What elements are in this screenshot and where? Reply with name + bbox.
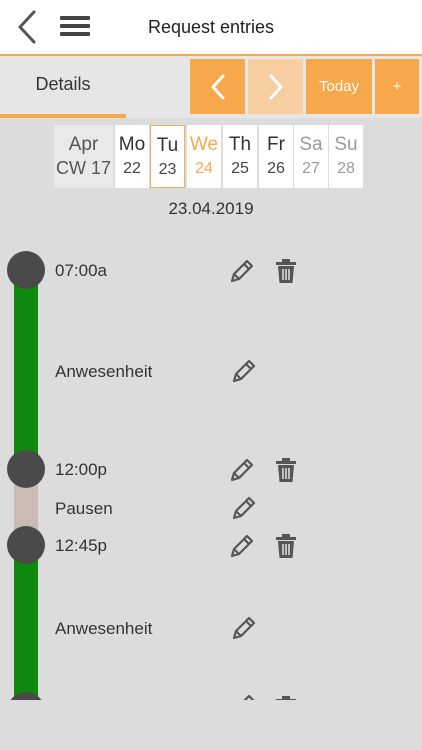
pencil-icon[interactable] bbox=[230, 614, 258, 642]
day-name: Th bbox=[228, 134, 252, 155]
day-number: 26 bbox=[267, 160, 285, 177]
day-cell-su[interactable]: Su 28 bbox=[329, 125, 363, 188]
day-number: 25 bbox=[231, 160, 249, 177]
pencil-icon[interactable] bbox=[230, 494, 258, 522]
time-marker bbox=[7, 450, 45, 488]
pencil-icon[interactable] bbox=[228, 456, 256, 484]
trash-icon[interactable] bbox=[272, 456, 300, 484]
timeline: 07:00a Anwesenheit 12:00p Pausen 12:45p … bbox=[0, 230, 422, 700]
day-name: Mo bbox=[118, 134, 146, 155]
app-header: Request entries bbox=[0, 0, 422, 56]
add-entry-button[interactable]: + bbox=[375, 59, 419, 114]
entry-type: Anwesenheit bbox=[55, 619, 153, 638]
add-label: + bbox=[392, 78, 402, 95]
entry-type: Anwesenheit bbox=[55, 362, 153, 381]
day-cell-th[interactable]: Th 25 bbox=[223, 125, 257, 188]
today-label: Today bbox=[318, 78, 360, 95]
entry-time: 12:00p bbox=[55, 460, 107, 479]
day-cell-we[interactable]: We 24 bbox=[187, 125, 221, 188]
entry-type: Pausen bbox=[55, 499, 113, 518]
pencil-icon[interactable] bbox=[230, 357, 258, 385]
day-name: Su bbox=[334, 134, 358, 155]
next-day-button[interactable] bbox=[248, 59, 303, 114]
month-label: Apr bbox=[68, 134, 99, 155]
toolbar: Details Today + bbox=[0, 56, 422, 118]
day-cell-fr[interactable]: Fr 26 bbox=[259, 125, 293, 188]
tab-details[interactable]: Details bbox=[0, 56, 126, 118]
calendar-week-label: CW 17 bbox=[55, 158, 111, 178]
day-number: 22 bbox=[123, 160, 141, 177]
page-title: Request entries bbox=[147, 17, 275, 37]
day-cell-sa[interactable]: Sa 27 bbox=[294, 125, 328, 188]
day-cell-mo[interactable]: Mo 22 bbox=[115, 125, 149, 188]
previous-day-button[interactable] bbox=[190, 59, 245, 114]
day-cell-tu[interactable]: Tu 23 bbox=[150, 125, 185, 188]
day-name: We bbox=[189, 134, 219, 155]
day-number: 23 bbox=[158, 161, 177, 178]
pencil-icon[interactable] bbox=[228, 532, 256, 560]
presence-bar bbox=[14, 546, 38, 700]
month-cw-cell: Apr CW 17 bbox=[54, 125, 113, 188]
today-button[interactable]: Today bbox=[306, 59, 372, 114]
day-name: Tu bbox=[156, 135, 179, 156]
chevron-right-icon bbox=[269, 74, 282, 99]
pencil-icon[interactable] bbox=[228, 257, 256, 285]
presence-bar bbox=[14, 270, 38, 470]
time-marker bbox=[7, 526, 45, 564]
day-name: Sa bbox=[299, 134, 323, 155]
chevron-left-icon bbox=[211, 74, 224, 99]
entry-time: 12:45p bbox=[55, 536, 107, 555]
day-number: 27 bbox=[302, 160, 320, 177]
bottom-area bbox=[0, 700, 422, 750]
trash-icon[interactable] bbox=[272, 532, 300, 560]
selected-date: 23.04.2019 bbox=[168, 199, 254, 218]
trash-icon[interactable] bbox=[272, 257, 300, 285]
day-number: 24 bbox=[195, 160, 213, 177]
time-marker bbox=[7, 251, 45, 289]
pencil-icon[interactable] bbox=[230, 692, 258, 700]
entry-time: 07:00a bbox=[55, 261, 107, 280]
day-name: Fr bbox=[267, 134, 285, 155]
tab-active-indicator bbox=[0, 114, 126, 118]
time-marker bbox=[7, 692, 45, 700]
tab-details-label: Details bbox=[35, 74, 91, 94]
day-number: 28 bbox=[337, 160, 355, 177]
